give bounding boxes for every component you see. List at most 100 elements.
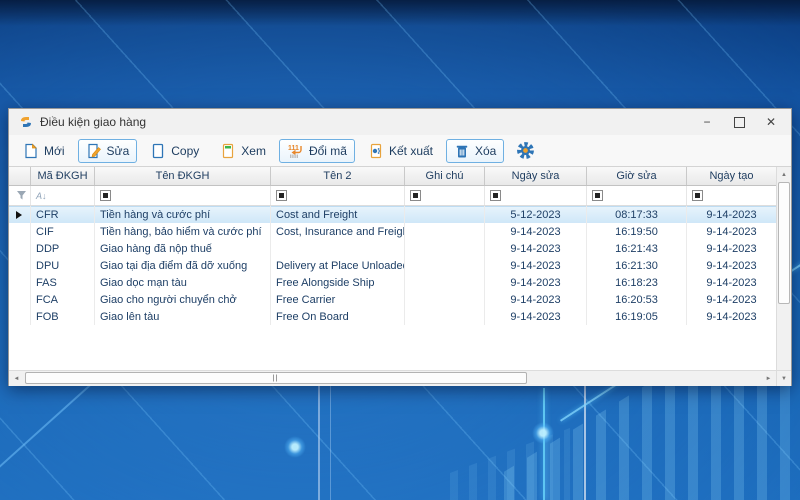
cell-code[interactable]: FCA [31,291,95,308]
cell-modified-time[interactable]: 16:21:43 [587,240,687,257]
cell-code[interactable]: FOB [31,308,95,325]
filter-cell-code[interactable]: A↓ [31,186,95,205]
horizontal-scrollbar-thumb[interactable] [25,372,527,384]
cell-name[interactable]: Giao dọc mạn tàu [95,274,271,291]
cell-created-date[interactable]: 9-14-2023 [687,257,776,274]
table-row[interactable]: FAS Giao dọc mạn tàu Free Alongside Ship… [9,274,776,291]
column-header-modified-date[interactable]: Ngày sửa [485,167,587,185]
column-header-note[interactable]: Ghi chú [405,167,485,185]
cell-modified-date[interactable]: 9-14-2023 [485,223,587,240]
cell-code[interactable]: DDP [31,240,95,257]
cell-modified-time[interactable]: 16:20:53 [587,291,687,308]
close-button[interactable]: ✕ [755,111,787,133]
cell-modified-date[interactable]: 9-14-2023 [485,291,587,308]
cell-name[interactable]: Tiền hàng và cước phí [95,206,271,223]
delete-button[interactable]: Xóa [446,139,504,163]
cell-created-date[interactable]: 9-14-2023 [687,308,776,325]
cell-modified-time[interactable]: 16:21:30 [587,257,687,274]
settings-button[interactable] [511,138,540,163]
column-header-name[interactable]: Tên ĐKGH [95,167,271,185]
scroll-up-arrow-icon[interactable]: ▲ [777,167,791,182]
column-header-modified-time[interactable]: Giờ sửa [587,167,687,185]
change-code-button[interactable]: 111 Đổi mã [279,139,355,163]
cell-created-date[interactable]: 9-14-2023 [687,240,776,257]
minimize-button[interactable]: − [691,111,723,133]
scroll-left-arrow-icon[interactable]: ◄ [9,371,24,386]
view-button[interactable]: Xem [212,139,274,163]
cell-modified-time[interactable]: 16:18:23 [587,274,687,291]
cell-created-date[interactable]: 9-14-2023 [687,223,776,240]
export-button[interactable]: Kết xuất [360,139,441,163]
cell-code[interactable]: CIF [31,223,95,240]
cell-name[interactable]: Tiền hàng, bảo hiểm và cước phí [95,223,271,240]
edit-button[interactable]: Sửa [78,139,138,163]
cell-modified-date[interactable]: 9-14-2023 [485,308,587,325]
cell-created-date[interactable]: 9-14-2023 [687,291,776,308]
cell-name[interactable]: Giao lên tàu [95,308,271,325]
cell-note[interactable] [405,206,485,223]
cell-name[interactable]: Giao hàng đã nộp thuế [95,240,271,257]
cell-modified-time[interactable]: 16:19:50 [587,223,687,240]
cell-created-date[interactable]: 9-14-2023 [687,206,776,223]
cell-modified-time[interactable]: 08:17:33 [587,206,687,223]
button-label: Đổi mã [309,144,347,158]
cell-name2[interactable]: Delivery at Place Unloaded [271,257,405,274]
cell-note[interactable] [405,291,485,308]
edit-icon [86,143,102,159]
table-row[interactable]: FOB Giao lên tàu Free On Board 9-14-2023… [9,308,776,325]
column-header-created-date[interactable]: Ngày tạo [687,167,776,185]
cell-modified-date[interactable]: 9-14-2023 [485,240,587,257]
cell-note[interactable] [405,308,485,325]
toolbar: Mới Sửa Copy Xem 111 [9,135,791,167]
cell-note[interactable] [405,257,485,274]
cell-modified-time[interactable]: 16:19:05 [587,308,687,325]
vertical-scrollbar[interactable]: ▲ [776,167,791,386]
cell-name[interactable]: Giao cho người chuyển chở [95,291,271,308]
horizontal-scrollbar[interactable]: ◄ ► [9,370,776,386]
cell-note[interactable] [405,240,485,257]
vertical-scrollbar-thumb[interactable] [778,182,790,304]
copy-button[interactable]: Copy [142,139,207,163]
cell-name[interactable]: Giao tại địa điểm đã dỡ xuống [95,257,271,274]
cell-name2[interactable]: Cost, Insurance and Freight [271,223,405,240]
filter-cell-modified-date[interactable] [485,186,587,205]
cell-created-date[interactable]: 9-14-2023 [687,274,776,291]
table-row[interactable]: CIF Tiền hàng, bảo hiểm và cước phí Cost… [9,223,776,240]
filter-cell-created-date[interactable] [687,186,776,205]
gear-icon [516,141,535,160]
column-header-name2[interactable]: Tên 2 [271,167,405,185]
filter-cell-name2[interactable] [271,186,405,205]
table-row[interactable]: FCA Giao cho người chuyển chở Free Carri… [9,291,776,308]
table-row[interactable]: DDP Giao hàng đã nộp thuế 9-14-2023 16:2… [9,240,776,257]
cell-note[interactable] [405,274,485,291]
filter-cell-name[interactable] [95,186,271,205]
row-indicator [9,308,31,325]
maximize-button[interactable] [723,111,755,133]
table-row[interactable]: CFR Tiền hàng và cước phí Cost and Freig… [9,206,776,223]
filter-box-icon [592,190,603,201]
cell-note[interactable] [405,223,485,240]
cell-name2[interactable]: Cost and Freight [271,206,405,223]
cell-name2[interactable]: Free Alongside Ship [271,274,405,291]
filter-box-icon [490,190,501,201]
cell-modified-date[interactable]: 9-14-2023 [485,257,587,274]
cell-name2[interactable]: Free Carrier [271,291,405,308]
titlebar[interactable]: Điều kiện giao hàng − ✕ [9,109,791,135]
cell-modified-date[interactable]: 9-14-2023 [485,274,587,291]
scrollbar-corner[interactable]: ▼ [776,370,791,386]
background-glow-dot [532,422,554,444]
scroll-right-arrow-icon[interactable]: ► [761,371,776,386]
cell-code[interactable]: DPU [31,257,95,274]
cell-code[interactable]: FAS [31,274,95,291]
background-circuit-lines [318,386,331,500]
cell-name2[interactable] [271,240,405,257]
cell-code[interactable]: CFR [31,206,95,223]
cell-modified-date[interactable]: 5-12-2023 [485,206,587,223]
new-button[interactable]: Mới [15,139,73,163]
app-window: Điều kiện giao hàng − ✕ Mới Sửa [8,108,792,386]
filter-cell-note[interactable] [405,186,485,205]
column-header-code[interactable]: Mã ĐKGH [31,167,95,185]
filter-cell-modified-time[interactable] [587,186,687,205]
cell-name2[interactable]: Free On Board [271,308,405,325]
table-row[interactable]: DPU Giao tại địa điểm đã dỡ xuống Delive… [9,257,776,274]
